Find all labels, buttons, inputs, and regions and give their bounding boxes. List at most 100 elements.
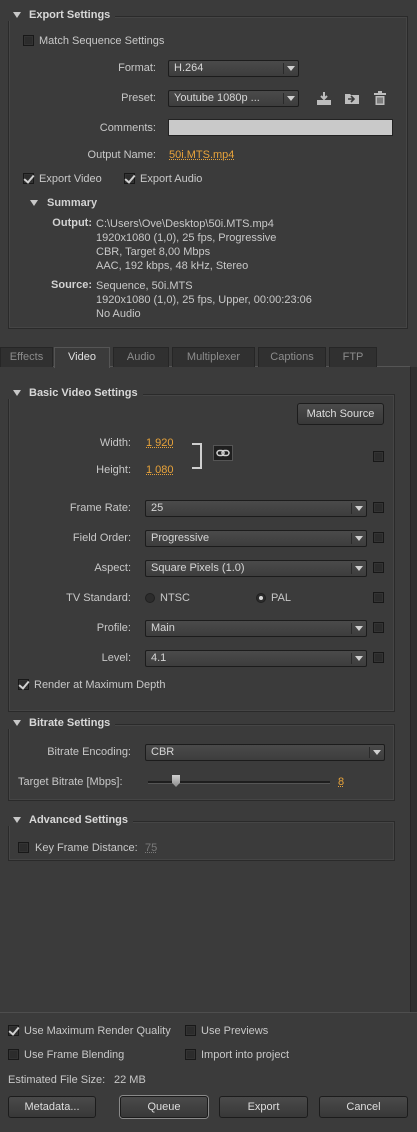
- tab-effects[interactable]: Effects: [0, 347, 53, 367]
- import-preset-icon[interactable]: [344, 90, 360, 106]
- frame-rate-dropdown[interactable]: 25: [145, 500, 367, 517]
- dropdown-arrow-icon: [355, 536, 363, 541]
- field-order-value: Progressive: [151, 532, 210, 544]
- file-size-label: Estimated File Size:: [8, 1074, 106, 1086]
- level-override-checkbox[interactable]: [373, 652, 384, 663]
- summary-line: C:\Users\Ove\Desktop\50i.MTS.mp4: [96, 218, 274, 230]
- dropdown-separator: [351, 563, 352, 574]
- frame-blending-label: Use Frame Blending: [24, 1049, 125, 1061]
- summary-line: CBR, Target 8,00 Mbps: [96, 246, 211, 258]
- dropdown-separator: [351, 533, 352, 544]
- width-label: Width:: [99, 437, 131, 449]
- key-frame-label: Key Frame Distance:: [35, 842, 138, 854]
- summary-line: Sequence, 50i.MTS: [96, 280, 193, 292]
- dropdown-separator: [283, 63, 284, 74]
- basic-video-header[interactable]: Basic Video Settings: [8, 387, 143, 399]
- tab-captions[interactable]: Captions: [258, 347, 326, 367]
- cancel-button[interactable]: Cancel: [319, 1096, 408, 1118]
- bitrate-encoding-dropdown[interactable]: CBR: [145, 744, 385, 761]
- collapse-triangle-icon[interactable]: [13, 390, 21, 396]
- tab-audio[interactable]: Audio: [113, 347, 169, 367]
- collapse-triangle-icon[interactable]: [13, 12, 21, 18]
- dimensions-override-checkbox[interactable]: [373, 451, 384, 462]
- constrain-proportions-link-icon[interactable]: [213, 445, 233, 461]
- match-sequence-label: Match Sequence Settings: [39, 35, 165, 47]
- tv-ntsc-radio[interactable]: [145, 593, 155, 603]
- export-settings-title: Export Settings: [29, 9, 111, 21]
- target-bitrate-value[interactable]: 8: [338, 776, 344, 788]
- preset-dropdown[interactable]: Youtube 1080p ...: [168, 90, 299, 107]
- profile-dropdown[interactable]: Main: [145, 620, 367, 637]
- field-order-label: Field Order:: [72, 532, 131, 544]
- summary-header[interactable]: Summary: [30, 197, 97, 209]
- export-audio-label: Export Audio: [140, 173, 203, 185]
- level-value: 4.1: [151, 652, 167, 664]
- height-value[interactable]: 1 080: [146, 464, 174, 476]
- key-frame-checkbox[interactable]: [18, 842, 29, 853]
- dropdown-arrow-icon: [355, 506, 363, 511]
- level-dropdown[interactable]: 4.1: [145, 650, 367, 667]
- export-video-checkbox[interactable]: [23, 173, 34, 184]
- advanced-group: [8, 821, 395, 861]
- metadata-button[interactable]: Metadata...: [8, 1096, 96, 1118]
- dropdown-arrow-icon: [287, 66, 295, 71]
- use-previews-checkbox[interactable]: [185, 1025, 196, 1036]
- key-frame-value[interactable]: 75: [145, 842, 157, 854]
- frame-rate-override-checkbox[interactable]: [373, 502, 384, 513]
- delete-preset-icon[interactable]: [372, 90, 388, 106]
- export-button[interactable]: Export: [219, 1096, 308, 1118]
- field-order-dropdown[interactable]: Progressive: [145, 530, 367, 547]
- advanced-title: Advanced Settings: [29, 814, 129, 826]
- max-render-quality-label: Use Maximum Render Quality: [24, 1025, 171, 1037]
- export-settings-header[interactable]: Export Settings: [8, 9, 116, 21]
- dropdown-arrow-icon: [355, 626, 363, 631]
- dropdown-arrow-icon: [373, 750, 381, 755]
- match-sequence-checkbox[interactable]: [23, 35, 34, 46]
- export-audio-checkbox[interactable]: [124, 173, 135, 184]
- tab-multiplexer[interactable]: Multiplexer: [172, 347, 255, 367]
- tv-ntsc-label: NTSC: [160, 592, 190, 604]
- summary-line: No Audio: [96, 308, 141, 320]
- preset-label: Preset:: [121, 92, 156, 104]
- width-value[interactable]: 1 920: [146, 437, 174, 449]
- level-label: Level:: [101, 652, 131, 664]
- comments-field[interactable]: [168, 119, 393, 136]
- scrollbar[interactable]: [410, 367, 417, 1012]
- render-max-depth-label: Render at Maximum Depth: [34, 679, 166, 691]
- tab-ftp[interactable]: FTP: [329, 347, 377, 367]
- dropdown-arrow-icon: [287, 96, 295, 101]
- output-summary-label: Output:: [52, 217, 92, 229]
- render-max-depth-checkbox[interactable]: [18, 679, 29, 690]
- output-name-link[interactable]: 50i.MTS.mp4: [169, 149, 234, 161]
- frame-blending-checkbox[interactable]: [8, 1049, 19, 1060]
- tv-standard-override-checkbox[interactable]: [373, 592, 384, 603]
- bitrate-header[interactable]: Bitrate Settings: [8, 717, 116, 729]
- match-source-button[interactable]: Match Source: [297, 403, 384, 425]
- output-name-label: Output Name:: [87, 149, 156, 161]
- file-size-value: 22 MB: [114, 1074, 146, 1086]
- max-render-quality-checkbox[interactable]: [8, 1025, 19, 1036]
- dropdown-separator: [283, 93, 284, 104]
- footer-divider: [0, 1012, 417, 1013]
- output-summary-text: C:\Users\Ove\Desktop\50i.MTS.mp4 1920x10…: [96, 217, 276, 273]
- save-preset-icon[interactable]: [316, 90, 332, 106]
- aspect-label: Aspect:: [94, 562, 131, 574]
- profile-override-checkbox[interactable]: [373, 622, 384, 633]
- advanced-header[interactable]: Advanced Settings: [8, 814, 134, 826]
- field-order-override-checkbox[interactable]: [373, 532, 384, 543]
- import-into-project-label: Import into project: [201, 1049, 290, 1061]
- aspect-override-checkbox[interactable]: [373, 562, 384, 573]
- aspect-dropdown[interactable]: Square Pixels (1.0): [145, 560, 367, 577]
- format-dropdown[interactable]: H.264: [168, 60, 299, 77]
- tab-video[interactable]: Video: [54, 347, 110, 368]
- collapse-triangle-icon[interactable]: [13, 720, 21, 726]
- tv-standard-label: TV Standard:: [66, 592, 131, 604]
- tv-pal-radio[interactable]: [256, 593, 266, 603]
- bitrate-group: [8, 724, 395, 801]
- dropdown-separator: [351, 653, 352, 664]
- collapse-triangle-icon[interactable]: [30, 200, 38, 206]
- import-into-project-checkbox[interactable]: [185, 1049, 196, 1060]
- collapse-triangle-icon[interactable]: [13, 817, 21, 823]
- dropdown-separator: [351, 503, 352, 514]
- queue-button[interactable]: Queue: [120, 1096, 208, 1118]
